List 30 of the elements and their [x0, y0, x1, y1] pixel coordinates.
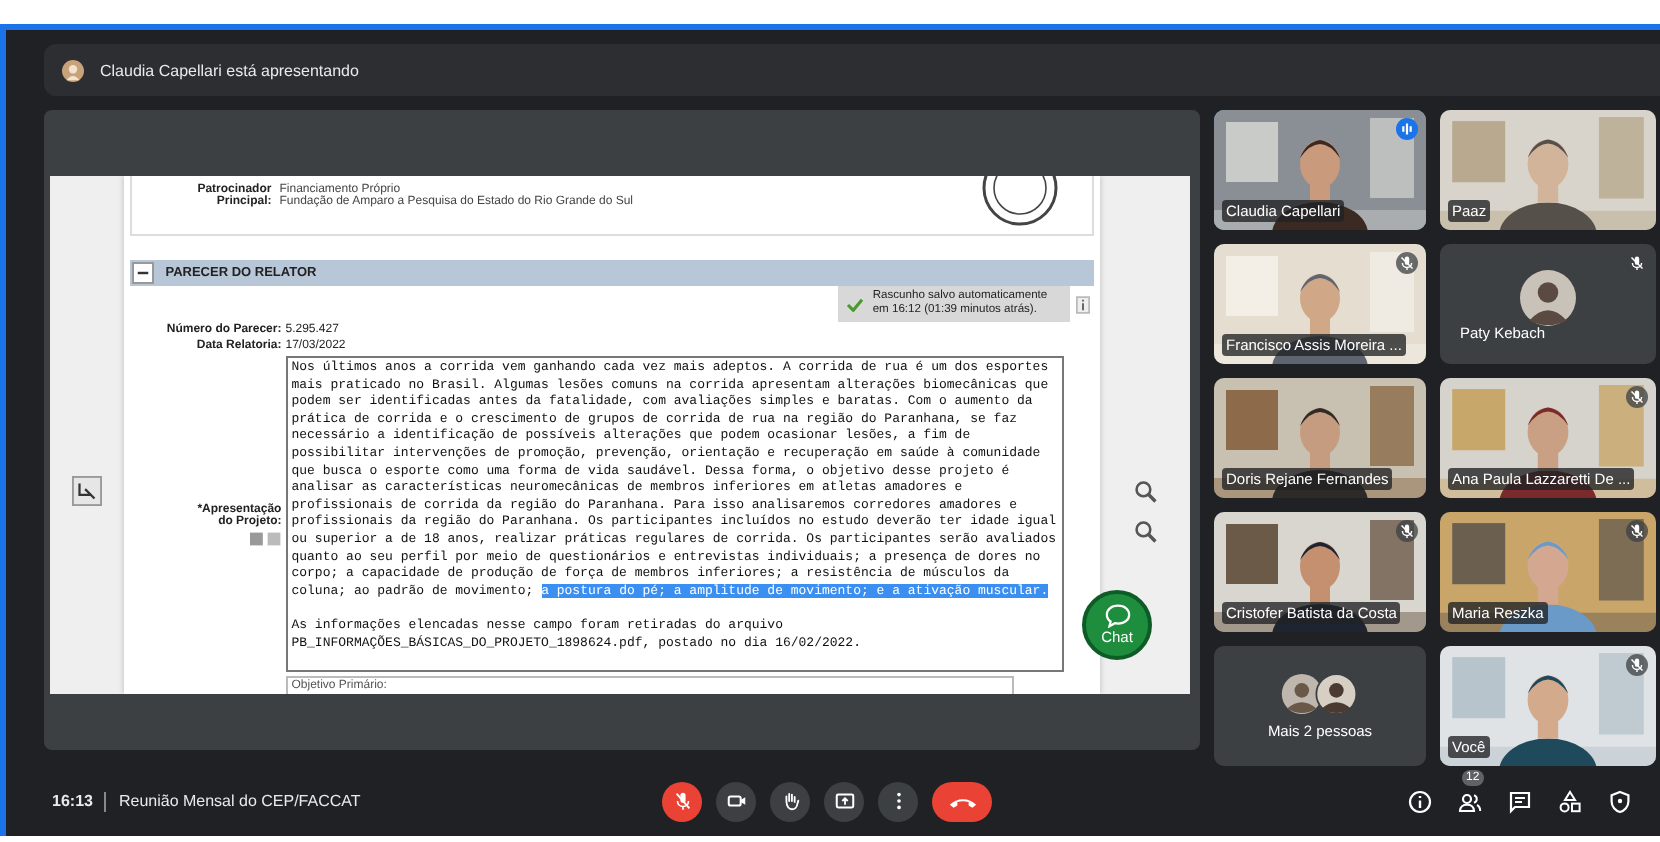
present-button[interactable]: [824, 781, 864, 821]
check-icon: [846, 297, 865, 311]
presenter-text: Claudia Capellari está apresentando: [100, 61, 359, 79]
tool-icon[interactable]: [71, 476, 102, 506]
phone-icon: [947, 793, 977, 809]
toolbar-icon[interactable]: [249, 532, 282, 546]
minus-icon: [135, 266, 150, 280]
people-icon[interactable]: [1458, 789, 1482, 813]
text-area[interactable]: [285, 356, 1064, 672]
zoom-icon[interactable]: [1133, 480, 1158, 504]
present-icon: [833, 790, 855, 812]
raise-hand-button[interactable]: [770, 781, 810, 821]
chat-icon[interactable]: [1508, 789, 1532, 813]
avatar-icon: [1280, 672, 1360, 716]
camera-button[interactable]: [716, 781, 756, 821]
speaking-icon: [1396, 118, 1418, 140]
shield-icon[interactable]: [1608, 789, 1632, 813]
camera-icon: [725, 790, 747, 812]
avatar-icon: [62, 59, 84, 81]
avatar-icon: [1520, 270, 1576, 326]
microphone-button[interactable]: [662, 781, 702, 821]
zoom-icon[interactable]: [1133, 520, 1158, 544]
hang-up-button[interactable]: [932, 781, 992, 821]
more-options-button[interactable]: [878, 781, 918, 821]
shapes-icon[interactable]: [1558, 789, 1582, 813]
meeting-title: Reunião Mensal do CEP/FACCAT: [118, 792, 361, 810]
chat-icon: [1103, 604, 1131, 628]
mic-off-icon: [671, 790, 693, 812]
collapse-button[interactable]: [131, 262, 154, 284]
clock-time: 16:13: [52, 792, 93, 810]
